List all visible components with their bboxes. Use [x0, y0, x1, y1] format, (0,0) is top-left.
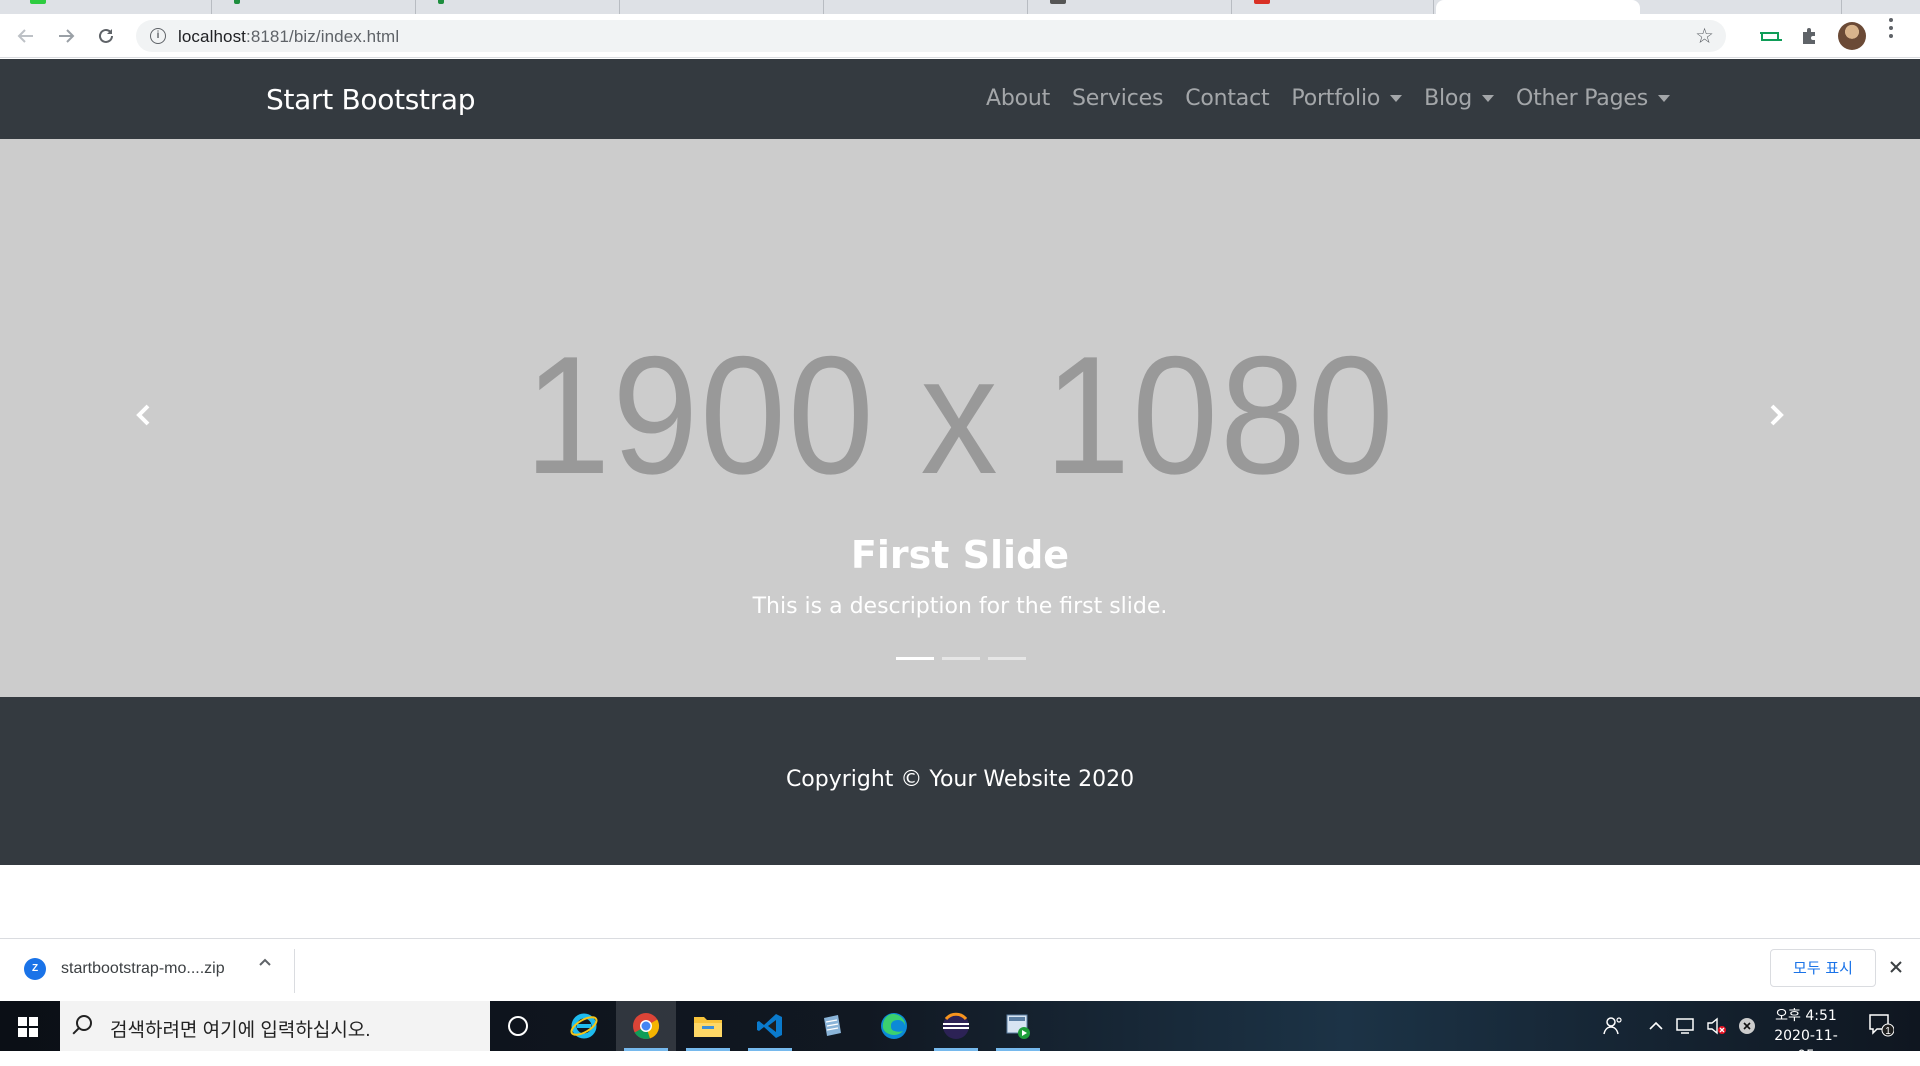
browser-menu-icon[interactable] — [1888, 18, 1894, 42]
chevron-left-icon — [136, 404, 150, 426]
nav-item-contact[interactable]: Contact — [1185, 86, 1269, 111]
media-app-icon[interactable] — [988, 1001, 1048, 1051]
browser-tab[interactable] — [826, 0, 1028, 14]
browser-tab[interactable] — [1030, 0, 1232, 14]
shelf-divider — [294, 949, 295, 993]
footer-copyright: Copyright © Your Website 2020 — [785, 767, 1135, 792]
browser-toolbar: i localhost:8181/biz/index.html ☆ — [0, 14, 1920, 58]
eclipse-icon[interactable] — [926, 1001, 986, 1051]
browser-tab-active[interactable] — [1436, 0, 1640, 14]
notification-center-icon[interactable]: 1 — [1868, 1013, 1895, 1037]
internet-explorer-icon[interactable] — [554, 1001, 614, 1051]
chevron-right-icon — [1770, 404, 1784, 426]
slide-placeholder-image: 1900 x 1080 — [524, 321, 1396, 509]
browser-tab[interactable] — [418, 0, 620, 14]
nav-label: Services — [1072, 86, 1164, 111]
hero-carousel: 1900 x 1080 First Slide This is a descri… — [0, 139, 1920, 697]
caret-down-icon — [1481, 95, 1494, 102]
profile-avatar[interactable] — [1838, 22, 1866, 50]
carousel-prev-button[interactable] — [124, 395, 164, 435]
caret-down-icon — [1390, 95, 1403, 102]
extensions-puzzle-icon[interactable] — [1800, 26, 1820, 46]
nav-label: About — [986, 86, 1051, 111]
nav-label: Other Pages — [1515, 86, 1648, 111]
carousel-indicator[interactable] — [988, 657, 1026, 660]
arrow-right-icon — [59, 29, 75, 43]
back-button[interactable] — [12, 22, 40, 50]
slide-description: This is a description for the first slid… — [752, 594, 1168, 619]
file-explorer-icon[interactable] — [678, 1001, 738, 1051]
close-shelf-icon[interactable] — [1888, 955, 1904, 981]
navbar-menu: About Services Contact Portfolio Blog Ot… — [986, 86, 1692, 111]
reload-icon — [99, 28, 113, 43]
download-options-chevron-icon[interactable] — [258, 955, 272, 972]
download-shelf: Z startbootstrap-mo....zip 모두 표시 — [0, 938, 1920, 1001]
show-all-downloads-button[interactable]: 모두 표시 — [1770, 949, 1876, 987]
search-icon — [76, 1015, 92, 1031]
notepad-icon[interactable] — [802, 1001, 862, 1051]
nav-item-services[interactable]: Services — [1072, 86, 1163, 111]
browser-tab[interactable] — [214, 0, 416, 14]
site-footer: Copyright © Your Website 2020 — [0, 697, 1920, 865]
people-icon[interactable] — [1602, 1001, 1624, 1051]
nav-item-about[interactable]: About — [986, 86, 1050, 111]
carousel-indicators — [896, 657, 1026, 660]
browser-tab[interactable] — [1234, 0, 1434, 14]
address-bar[interactable]: i localhost:8181/biz/index.html ☆ — [136, 20, 1726, 52]
zip-file-icon: Z — [24, 958, 46, 980]
notification-count: 1 — [1885, 1026, 1891, 1037]
info-icon[interactable]: i — [150, 28, 166, 44]
nav-label: Contact — [1185, 86, 1270, 111]
browser-tab[interactable] — [1642, 0, 1842, 14]
extension-green-icon[interactable] — [1760, 28, 1782, 44]
slide-title: First Slide — [850, 533, 1070, 577]
carousel-indicator[interactable] — [896, 657, 934, 660]
vscode-icon[interactable] — [740, 1001, 800, 1051]
url-host: localhost — [178, 27, 246, 46]
chrome-icon[interactable] — [616, 1001, 676, 1051]
site-navbar: Start Bootstrap About Services Contact P… — [0, 59, 1920, 139]
network-icon[interactable] — [1676, 1001, 1698, 1051]
browser-tab[interactable] — [10, 0, 212, 14]
windows-taskbar: 검색하려면 여기에 입력하십시오. 오후 4:51 2020-11-05 1 — [0, 1001, 1920, 1064]
navbar-brand[interactable]: Start Bootstrap — [266, 83, 476, 116]
tray-chevron-up-icon[interactable] — [1648, 1001, 1664, 1051]
url-path: :8181/biz/index.html — [246, 27, 400, 46]
edge-icon[interactable] — [864, 1001, 924, 1051]
reload-button[interactable] — [92, 22, 120, 50]
bookmark-star-icon[interactable]: ☆ — [1695, 24, 1714, 49]
carousel-next-button[interactable] — [1756, 395, 1796, 435]
taskbar-search-placeholder: 검색하려면 여기에 입력하십시오. — [110, 1020, 371, 1041]
cortana-icon[interactable] — [508, 1016, 528, 1036]
caret-down-icon — [1657, 95, 1670, 102]
download-file-name[interactable]: startbootstrap-mo....zip — [61, 960, 225, 978]
windows-start-icon[interactable] — [18, 1017, 38, 1037]
status-x-icon[interactable] — [1738, 1001, 1756, 1051]
nav-item-portfolio[interactable]: Portfolio — [1291, 86, 1403, 111]
carousel-indicator[interactable] — [942, 657, 980, 660]
volume-muted-icon[interactable] — [1706, 1001, 1728, 1051]
nav-item-blog[interactable]: Blog — [1424, 86, 1494, 111]
taskbar-clock[interactable]: 오후 4:51 2020-11-05 — [1766, 1006, 1846, 1066]
nav-item-other-pages[interactable]: Other Pages — [1516, 86, 1670, 111]
forward-button[interactable] — [52, 22, 80, 50]
browser-tab-strip — [0, 0, 1920, 14]
clock-time: 오후 4:51 — [1775, 1008, 1837, 1024]
arrow-left-icon — [17, 29, 33, 43]
taskbar-search-box[interactable]: 검색하려면 여기에 입력하십시오. — [60, 1001, 490, 1051]
nav-label: Portfolio — [1291, 86, 1381, 111]
address-url: localhost:8181/biz/index.html — [178, 27, 399, 47]
browser-tab[interactable] — [622, 0, 824, 14]
nav-label: Blog — [1424, 86, 1472, 111]
clock-date: 2020-11-05 — [1774, 1028, 1838, 1064]
